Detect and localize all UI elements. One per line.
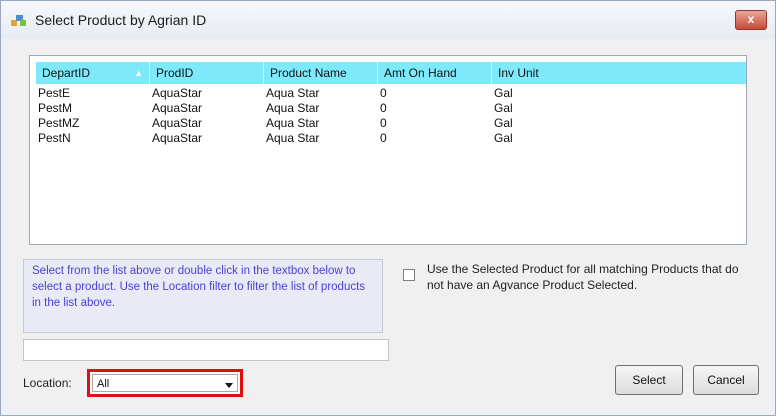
select-button[interactable]: Select [615,365,683,395]
cancel-button[interactable]: Cancel [693,365,759,395]
column-header-departid[interactable]: DepartID ▲ [36,62,150,84]
cell-amt-on-hand: 0 [380,86,387,100]
location-dropdown[interactable]: All [87,369,243,397]
table-row[interactable]: PestMZ AquaStar Aqua Star 0 Gal [36,116,746,131]
cell-departid: PestM [38,101,73,115]
cell-prodid: AquaStar [152,101,203,115]
window-title: Select Product by Agrian ID [35,12,207,28]
title-bar[interactable]: Select Product by Agrian ID x [1,1,775,39]
use-for-all-checkbox[interactable] [403,269,415,281]
close-icon: x [747,12,755,26]
grid-rows: PestE AquaStar Aqua Star 0 Gal PestM Aqu… [36,86,746,146]
column-header-product-name[interactable]: Product Name [264,62,378,84]
cell-prodid: AquaStar [152,116,203,130]
cell-prodid: AquaStar [152,86,203,100]
app-icon [11,15,26,26]
table-row[interactable]: PestN AquaStar Aqua Star 0 Gal [36,131,746,146]
location-value: All [97,378,110,390]
table-row[interactable]: PestM AquaStar Aqua Star 0 Gal [36,101,746,116]
table-row[interactable]: PestE AquaStar Aqua Star 0 Gal [36,86,746,101]
select-product-dialog: Select Product by Agrian ID x DepartID ▲… [0,0,776,416]
instructions-text: Select from the list above or double cli… [23,259,383,333]
cell-departid: PestMZ [38,116,80,130]
use-for-all-label[interactable]: Use the Selected Product for all matchin… [427,261,757,293]
column-header-prodid[interactable]: ProdID [150,62,264,84]
cell-product-name: Aqua Star [266,101,320,115]
chevron-down-icon[interactable] [225,383,233,388]
product-search-input[interactable] [23,339,389,361]
location-dropdown-box: All [92,374,238,392]
location-label: Location: [23,376,72,390]
cell-product-name: Aqua Star [266,116,320,130]
column-header-inv-unit[interactable]: Inv Unit [492,62,746,84]
cell-amt-on-hand: 0 [380,116,387,130]
cell-inv-unit: Gal [494,131,513,145]
cell-prodid: AquaStar [152,131,203,145]
cell-departid: PestN [38,131,71,145]
column-header-amt-on-hand[interactable]: Amt On Hand [378,62,492,84]
dialog-body: DepartID ▲ ProdID Product Name Amt On Ha… [9,39,767,409]
products-grid[interactable]: DepartID ▲ ProdID Product Name Amt On Ha… [29,55,747,245]
cell-amt-on-hand: 0 [380,101,387,115]
cell-amt-on-hand: 0 [380,131,387,145]
cell-product-name: Aqua Star [266,86,320,100]
grid-header: DepartID ▲ ProdID Product Name Amt On Ha… [36,62,746,84]
cell-product-name: Aqua Star [266,131,320,145]
cell-inv-unit: Gal [494,101,513,115]
sort-ascending-icon: ▲ [134,68,143,78]
cell-departid: PestE [38,86,71,100]
close-button[interactable]: x [735,10,767,30]
cell-inv-unit: Gal [494,116,513,130]
cell-inv-unit: Gal [494,86,513,100]
